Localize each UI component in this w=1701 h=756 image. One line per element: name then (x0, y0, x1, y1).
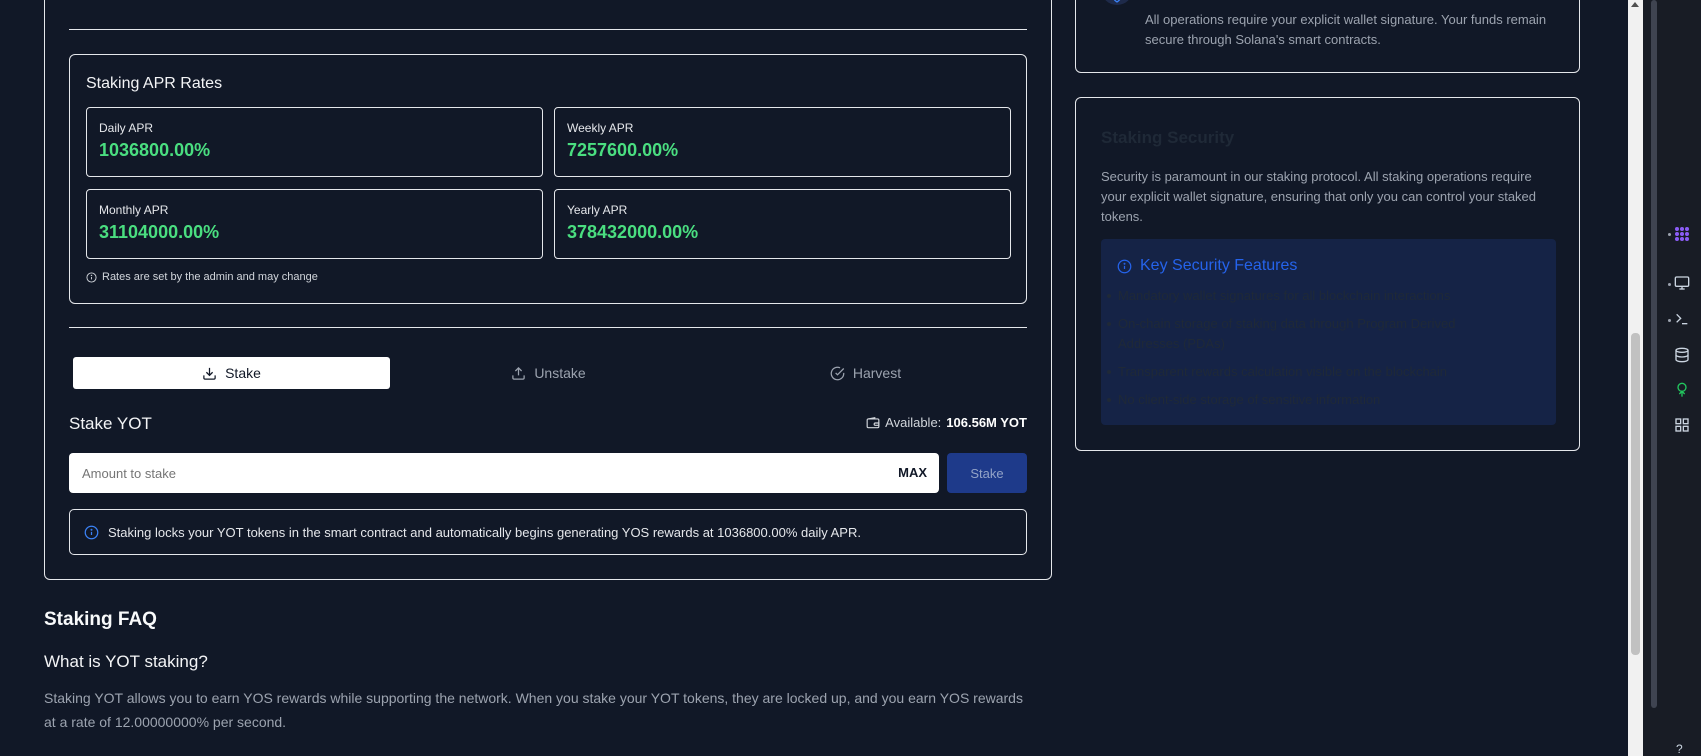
stake-info-box: Staking locks your YOT tokens in the sma… (69, 509, 1027, 555)
upload-icon (512, 366, 526, 380)
features-heading: Key Security Features (1117, 257, 1297, 275)
stake-amount-input[interactable] (69, 453, 869, 493)
wallet-icon (866, 416, 880, 428)
weekly-apr-box: Weekly APR 7257600.00% (554, 107, 1011, 177)
weekly-apr-value: 7257600.00% (567, 140, 679, 160)
wallet-signature-text: All operations require your explicit wal… (1145, 12, 1547, 47)
monitor-icon[interactable] (1674, 275, 1690, 291)
security-feature-item: On-chain storage of staking data through… (1107, 314, 1508, 354)
security-feature-item: Transparent rewards calculation visible … (1107, 362, 1508, 382)
page-scrollbar-track[interactable] (1628, 0, 1643, 756)
monthly-apr-label: Monthly APR (99, 203, 169, 217)
shield-icon (1113, 0, 1121, 3)
faq-answer: Staking YOT allows you to earn YOS rewar… (44, 690, 1023, 730)
security-feature-item: Mandatory wallet signatures for all bloc… (1107, 286, 1508, 306)
weekly-apr-label: Weekly APR (567, 121, 634, 135)
stake-form-title: Stake YOT (69, 414, 152, 433)
features-title: Key Security Features (1140, 257, 1298, 274)
security-title: Staking Security (1101, 128, 1235, 147)
terminal-icon[interactable] (1674, 311, 1690, 327)
available-value: 106.56M YOT (946, 415, 1027, 430)
git-branch-icon[interactable] (1674, 382, 1690, 398)
tabs-divider (69, 327, 1027, 328)
wallet-signature-card: All operations require your explicit wal… (1075, 0, 1580, 73)
rail-dot (1668, 233, 1671, 236)
side-rail-scrollbar[interactable] (1651, 0, 1657, 708)
apps-grid-icon[interactable] (1674, 226, 1690, 242)
max-button[interactable]: MAX (898, 465, 927, 480)
yearly-apr-value: 378432000.00% (567, 222, 699, 242)
faq-title: Staking FAQ (44, 609, 157, 630)
info-icon (1117, 259, 1132, 273)
rail-dot (1668, 319, 1671, 322)
apr-rates-title: Staking APR Rates (86, 75, 223, 92)
stake-submit-button[interactable]: Stake (947, 453, 1027, 493)
available-label: Available: (885, 415, 942, 430)
grid-layout-icon[interactable] (1674, 417, 1690, 433)
info-icon (84, 525, 99, 539)
tab-unstake-label: Unstake (534, 365, 586, 381)
rail-dot (1668, 283, 1671, 286)
page-scrollbar-thumb[interactable] (1631, 333, 1640, 655)
stake-amount-field: MAX (69, 453, 939, 493)
scroll-up-arrow[interactable] (1631, 2, 1639, 7)
faq-question: What is YOT staking? (44, 652, 208, 671)
security-description: Security is paramount in our staking pro… (1101, 169, 1537, 224)
available-balance: Available: 106.56M YOT (866, 415, 1027, 430)
help-icon[interactable]: ? (1676, 742, 1683, 756)
shield-icon-circle (1101, 0, 1133, 5)
yearly-apr-box: Yearly APR 378432000.00% (554, 189, 1011, 259)
tab-unstake[interactable]: Unstake (390, 357, 707, 389)
apr-rates-card: Staking APR Rates Daily APR 1036800.00% … (69, 54, 1027, 304)
apr-note: Rates are set by the admin and may chang… (86, 271, 318, 283)
download-icon (203, 367, 216, 380)
apr-note-text: Rates are set by the admin and may chang… (102, 271, 318, 283)
tab-harvest-label: Harvest (852, 365, 902, 381)
tab-harvest[interactable]: Harvest (707, 357, 1024, 389)
monthly-apr-value: 31104000.00% (99, 222, 220, 242)
daily-apr-value: 1036800.00% (99, 140, 211, 160)
stake-info-text: Staking locks your YOT tokens in the sma… (108, 524, 861, 540)
tab-stake-label: Stake (225, 365, 261, 381)
tab-stake[interactable]: Stake (73, 357, 390, 389)
daily-apr-box: Daily APR 1036800.00% (86, 107, 543, 177)
info-icon (86, 271, 97, 283)
database-icon[interactable] (1674, 347, 1690, 363)
top-divider (69, 29, 1027, 30)
monthly-apr-box: Monthly APR 31104000.00% (86, 189, 543, 259)
daily-apr-label: Daily APR (99, 121, 154, 135)
check-circle-icon (830, 366, 845, 380)
yearly-apr-label: Yearly APR (567, 203, 628, 217)
security-feature-item: No client-side storage of sensitive info… (1107, 390, 1508, 410)
side-rail (1643, 0, 1701, 756)
